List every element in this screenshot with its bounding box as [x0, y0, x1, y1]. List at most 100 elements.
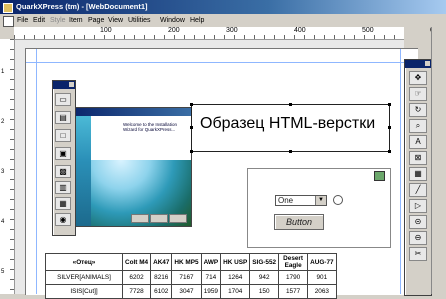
menu-view[interactable]: View: [108, 14, 123, 27]
form-button[interactable]: Button: [274, 214, 324, 230]
text-box-icon[interactable]: A: [409, 135, 427, 149]
form-icon: [374, 171, 385, 181]
column-header: Colt M4: [121, 253, 152, 271]
column-header: AWP: [200, 253, 222, 271]
preview-back-button: [131, 214, 149, 223]
margin-guide: [400, 49, 401, 294]
column-header: HK USP: [220, 253, 251, 271]
scissors-icon[interactable]: ✂: [409, 247, 427, 261]
close-icon[interactable]: [425, 61, 430, 66]
table-cell: 6102: [150, 284, 173, 299]
ruler-tick: 1: [1, 69, 5, 75]
title-text: Образец HTML-верстки: [200, 115, 376, 132]
table-cell: 1264: [220, 270, 251, 285]
ruler-tick: 400: [294, 27, 306, 34]
rectangle-tool-icon[interactable]: ▭: [55, 93, 71, 106]
column-header: SIG-552: [249, 253, 280, 271]
vertical-ruler: 1 2 3 4 5: [0, 39, 15, 294]
menu-utilities[interactable]: Utilities: [128, 14, 151, 27]
menu-help[interactable]: Help: [190, 14, 204, 27]
ruler-tick: 3: [1, 169, 5, 175]
column-header: «Отец»: [45, 253, 123, 271]
menu-style[interactable]: Style: [50, 14, 66, 27]
table-cell: 714: [200, 270, 222, 285]
frame-tool-icon[interactable]: □: [55, 129, 71, 142]
installer-preview-image[interactable]: Welcome to the Installation Wizard for Q…: [70, 107, 192, 227]
table-cell: 7167: [171, 270, 202, 285]
table-cell: 1577: [278, 284, 309, 299]
unlink-tool-icon[interactable]: ⊖: [409, 231, 427, 245]
document-icon[interactable]: [3, 16, 14, 27]
column-header: AK47: [150, 253, 173, 271]
table-cell: 942: [249, 270, 280, 285]
right-tools-palette: ✥ ☞ ↻ ⌕ A ⊠ ▦ ╱ ▷ ⊝ ⊖ ✂: [404, 59, 432, 296]
select-dropdown[interactable]: One ▼: [275, 195, 327, 206]
resize-handle[interactable]: [388, 150, 391, 153]
data-table: «Отец» Colt M4 AK47 HK MP5 AWP HK USP SI…: [45, 253, 337, 299]
radio-button[interactable]: [333, 195, 343, 205]
column-header: Desert Eagle: [278, 253, 309, 271]
table-cell: 150: [249, 284, 280, 299]
picture-tool-icon[interactable]: ▩: [55, 165, 71, 178]
menu-item[interactable]: Item: [69, 14, 83, 27]
ruler-tick: 2: [1, 119, 5, 125]
preview-title-bar: [71, 108, 191, 116]
vertical-scrollbar[interactable]: [431, 27, 446, 294]
title-bar: QuarkXPress (tm) - [WebDocument1]: [0, 0, 446, 14]
ruler-tick: 5: [1, 269, 5, 275]
resize-handle[interactable]: [289, 103, 292, 106]
table-cell: ISIS[Cut]]: [45, 284, 123, 299]
table-tool-icon[interactable]: ▦: [409, 167, 427, 181]
resize-handle[interactable]: [190, 103, 193, 106]
link-tool-icon[interactable]: ⊝: [409, 215, 427, 229]
resize-handle[interactable]: [388, 126, 391, 129]
close-icon[interactable]: [69, 82, 74, 87]
table-cell: 3047: [171, 284, 202, 299]
palette-title-bar[interactable]: [405, 60, 431, 68]
table-cell: 1704: [220, 284, 251, 299]
ruler-tick: 4: [1, 219, 5, 225]
table-cell: 1790: [278, 270, 309, 285]
list-tool-icon[interactable]: ▥: [55, 181, 71, 194]
table-cell: 1959: [200, 284, 222, 299]
menu-page[interactable]: Page: [88, 14, 104, 27]
ruler-tick: 100: [100, 27, 112, 34]
table-row: ISIS[Cut]] 7728 6102 3047 1959 1704 150 …: [45, 284, 337, 299]
move-tool-icon[interactable]: ✥: [409, 71, 427, 85]
resize-handle[interactable]: [388, 103, 391, 106]
margin-guide: [26, 62, 404, 63]
palette-title-bar[interactable]: [53, 81, 75, 89]
resize-handle[interactable]: [289, 150, 292, 153]
content-tool-icon[interactable]: ☞: [409, 87, 427, 101]
picture-box-icon[interactable]: ⊠: [409, 151, 427, 165]
preview-cancel-button: [169, 214, 187, 223]
title-text-box[interactable]: Образец HTML-верстки: [190, 103, 391, 153]
table-cell: SILVER[ANIMALS]: [45, 270, 123, 285]
column-header: AUG-77: [307, 253, 337, 271]
horizontal-ruler: 100 200 300 400 500: [14, 27, 404, 40]
line-tool-icon[interactable]: ╱: [409, 183, 427, 197]
image-map-tool-icon[interactable]: ▣: [55, 147, 71, 160]
resize-handle[interactable]: [190, 126, 193, 129]
preview-buttons: [131, 214, 187, 223]
margin-guide: [36, 49, 37, 294]
table-header-row: «Отец» Colt M4 AK47 HK MP5 AWP HK USP SI…: [45, 253, 337, 271]
text-path-tool-icon[interactable]: ▷: [409, 199, 427, 213]
select-value: One: [278, 196, 294, 205]
radio-tool-icon[interactable]: ◉: [55, 213, 71, 226]
rotate-tool-icon[interactable]: ↻: [409, 103, 427, 117]
table-row: SILVER[ANIMALS] 6202 8216 7167 714 1264 …: [45, 270, 337, 285]
ruler-tick: 500: [362, 27, 374, 34]
menu-window[interactable]: Window: [160, 14, 185, 27]
table-cell: 7728: [121, 284, 152, 299]
menu-file[interactable]: File: [17, 14, 28, 27]
form-tool-icon[interactable]: ▦: [55, 197, 71, 210]
form-box[interactable]: [247, 168, 391, 248]
menu-bar: File Edit Style Item Page View Utilities…: [0, 14, 446, 27]
table-cell: 901: [307, 270, 337, 285]
text-box-tool-icon[interactable]: ▤: [55, 111, 71, 124]
chevron-down-icon[interactable]: ▼: [315, 196, 326, 205]
zoom-tool-icon[interactable]: ⌕: [409, 119, 427, 133]
menu-edit[interactable]: Edit: [33, 14, 45, 27]
resize-handle[interactable]: [190, 150, 193, 153]
